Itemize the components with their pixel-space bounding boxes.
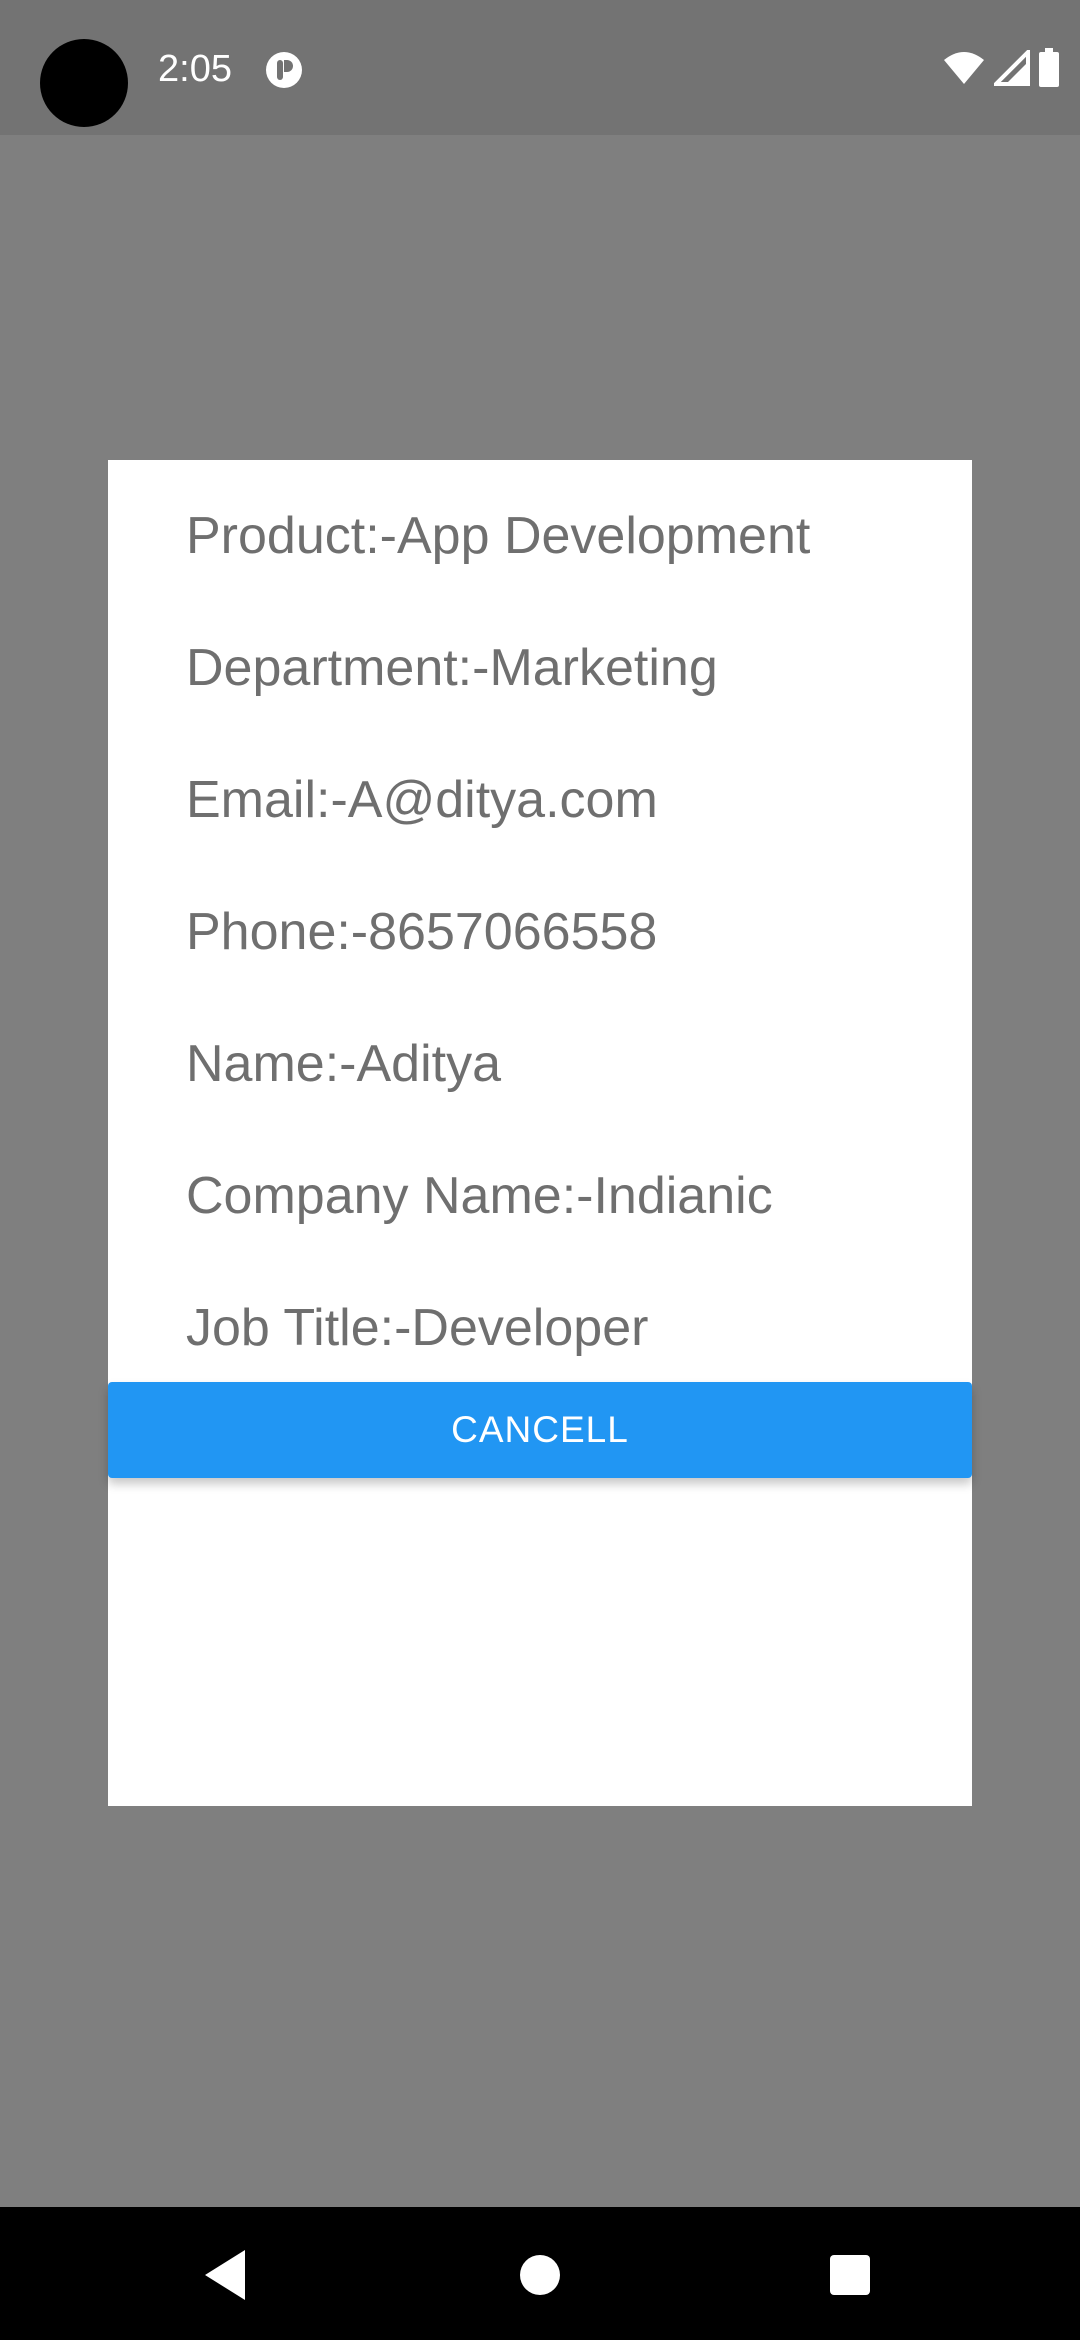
cancel-button[interactable]: CANCELL — [108, 1382, 972, 1478]
department-text: Department:-Marketing — [186, 639, 718, 697]
contact-info-list: Product:-App Development Department:-Mar… — [108, 460, 972, 1382]
name-text: Name:-Aditya — [186, 1035, 501, 1093]
recents-icon[interactable] — [810, 2235, 890, 2315]
camera-cutout — [40, 39, 128, 127]
wifi-icon — [942, 50, 986, 91]
status-bar: 2:05 — [0, 0, 1080, 135]
navigation-bar — [0, 2207, 1080, 2340]
contact-details-dialog: Product:-App Development Department:-Mar… — [108, 460, 972, 1806]
phone-text: Phone:-8657066558 — [186, 903, 658, 961]
email-text: Email:-A@ditya.com — [186, 771, 658, 829]
company-name-text: Company Name:-Indianic — [186, 1167, 773, 1225]
battery-icon — [1038, 47, 1060, 93]
home-icon[interactable] — [500, 2235, 580, 2315]
product-text: Product:-App Development — [186, 507, 811, 565]
back-icon[interactable] — [186, 2235, 266, 2315]
status-icons — [942, 46, 1060, 93]
notification-icon — [264, 50, 304, 90]
status-time: 2:05 — [158, 48, 232, 90]
signal-icon — [991, 46, 1030, 91]
job-title-text: Job Title:-Developer — [186, 1299, 649, 1357]
